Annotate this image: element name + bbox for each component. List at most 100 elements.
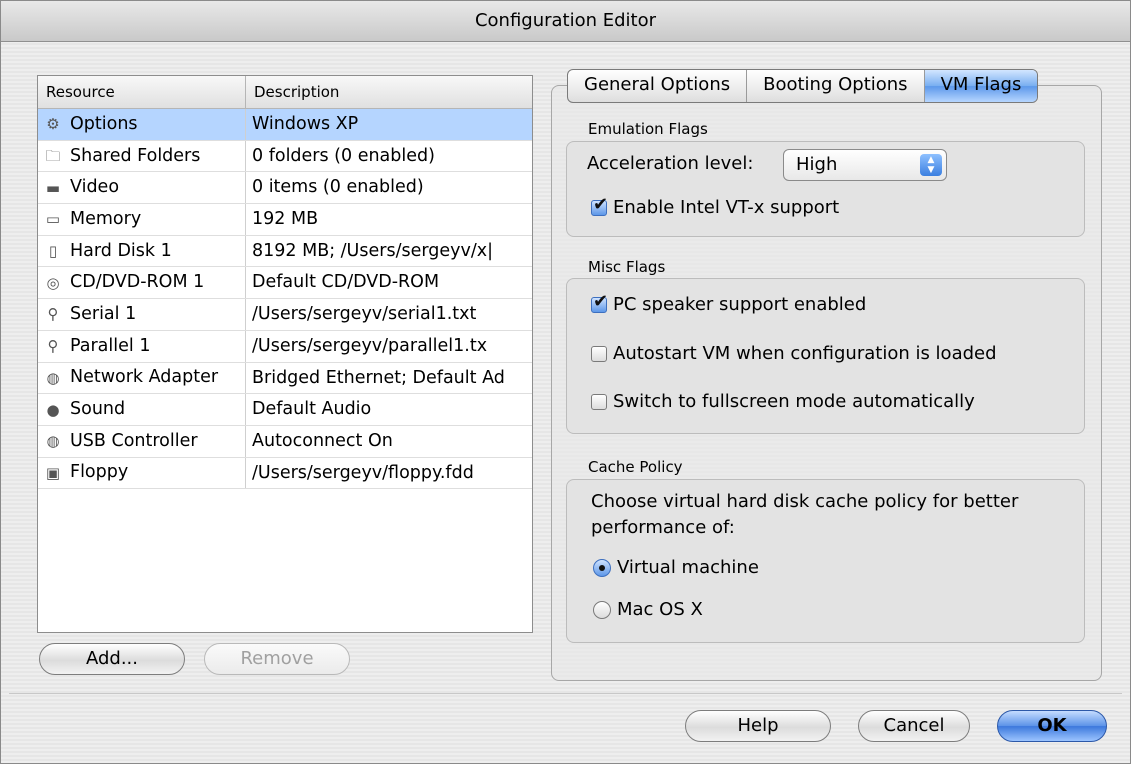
cache-policy-description-line1: Choose virtual hard disk cache policy fo… [591, 491, 1019, 512]
table-row[interactable]: ▯ Hard Disk 1 8192 MB; /Users/sergeyv/x| [38, 235, 532, 268]
resource-name: Shared Folders [70, 145, 201, 166]
resource-name: Hard Disk 1 [70, 240, 172, 261]
pc-speaker-checkbox-box[interactable] [591, 291, 608, 313]
table-row[interactable]: ◍ Network Adapter Bridged Ethernet; Defaul… [38, 362, 532, 395]
pc-speaker-checkbox[interactable]: PC speaker support enabled [591, 291, 867, 315]
speaker-icon: ● [46, 400, 60, 419]
fullscreen-label: Switch to fullscreen mode automatically [613, 391, 975, 412]
table-row[interactable]: ⚲ Parallel 1/Users/sergeyv/parallel1.tx [38, 330, 532, 363]
fullscreen-checkbox-box[interactable] [591, 393, 607, 410]
table-row[interactable]: ▭ Memory 192 MB [38, 204, 532, 236]
cancel-button[interactable]: Cancel [858, 710, 970, 742]
resource-rows: ⚙ Options Windows XP 🗀 Shared Folders 0 folde… [38, 109, 532, 490]
bottom-divider [9, 693, 1122, 694]
enable-vtx-checkbox[interactable]: Enable Intel VT-x support [591, 194, 840, 218]
resource-cell: ◎ CD/DVD-ROM 1 [38, 267, 246, 299]
resource-cell: ⚙ Options [38, 109, 246, 140]
emulation-flags-title: Emulation Flags [588, 120, 708, 138]
column-header-description[interactable]: Description [246, 76, 532, 108]
radio-mac-os-x-dot[interactable] [593, 600, 611, 619]
misc-flags-title: Misc Flags [588, 258, 666, 276]
parallel-port-icon: ⚲ [47, 337, 59, 356]
resource-cell: ▭ Memory [38, 204, 246, 235]
table-row[interactable]: 🗀 Shared Folders 0 folders (0 enabled) [38, 140, 532, 173]
table-row[interactable]: ▬ Video 0 items (0 enabled) [38, 172, 532, 205]
table-header: Resource Description [38, 76, 532, 109]
fullscreen-checkbox[interactable]: Switch to fullscreen mode automatically [591, 391, 975, 412]
floppy-icon: ▣ [45, 463, 61, 482]
resource-cell: ▣ Floppy [38, 457, 246, 489]
resource-cell: ▯ Hard Disk 1 [38, 235, 246, 267]
monitor-icon: ▬ [45, 178, 61, 197]
resource-name: Parallel 1 [70, 335, 151, 356]
resource-name: Floppy [70, 462, 129, 483]
add-button[interactable]: Add... [39, 643, 185, 675]
serial-port-icon: ⚲ [47, 305, 59, 324]
popup-arrows-icon: ▲ ▼ [920, 154, 942, 176]
acceleration-level-select[interactable]: High ▲ ▼ [783, 149, 947, 181]
help-button[interactable]: Help [685, 710, 831, 742]
cache-policy-description-line2: performance of: [591, 517, 735, 538]
autostart-vm-checkbox[interactable]: Autostart VM when configuration is loade… [591, 343, 997, 364]
description-cell: 192 MB [252, 209, 319, 230]
usb-icon: ◍ [46, 432, 60, 451]
description-cell: /Users/sergeyv/floppy.fdd [252, 462, 474, 483]
tab-booting-options[interactable]: Booting Options [747, 70, 925, 102]
radio-virtual-machine[interactable]: Virtual machine [593, 557, 759, 578]
description-cell: Bridged Ethernet; Default Ad [252, 367, 505, 388]
description-cell: 8192 MB; /Users/sergeyv/x| [252, 240, 493, 261]
resource-cell: ⚲ Serial 1 [38, 299, 246, 330]
resource-table[interactable]: Resource Description ⚙ Options Windows XP 🗀… [37, 75, 533, 633]
window-title: Configuration Editor [1, 1, 1130, 42]
acceleration-level-value: High [796, 154, 838, 175]
description-cell: Default Audio [252, 399, 372, 420]
network-globe-icon: ◍ [46, 368, 60, 387]
resource-name: Serial 1 [70, 303, 137, 324]
resource-name: Network Adapter [70, 367, 219, 388]
radio-mac-os-x-label: Mac OS X [617, 599, 703, 620]
enable-vtx-label: Enable Intel VT-x support [613, 197, 840, 218]
autostart-vm-checkbox-box[interactable] [591, 345, 607, 362]
configuration-editor-window: Configuration Editor Resource Descriptio… [0, 0, 1131, 764]
description-cell: 0 items (0 enabled) [252, 177, 424, 198]
description-cell: /Users/sergeyv/serial1.txt [252, 304, 477, 325]
table-row[interactable]: ▣ Floppy/Users/sergeyv/floppy.fdd [38, 457, 532, 490]
description-cell: 0 folders (0 enabled) [252, 145, 435, 166]
resource-cell: ◍ Network Adapter [38, 362, 246, 394]
tab-general-options[interactable]: General Options [568, 70, 748, 102]
description-cell: Windows XP [252, 114, 359, 134]
tab-bar: General Options Booting Options VM Flags [567, 69, 1039, 103]
tab-vm-flags[interactable]: VM Flags [924, 70, 1038, 102]
cd-icon: ◎ [46, 273, 60, 292]
table-row[interactable]: ● Sound Default Audio [38, 394, 532, 426]
table-row[interactable]: ⚲ Serial 1/Users/sergeyv/serial1.txt [38, 299, 532, 331]
resource-cell: ▬ Video [38, 172, 246, 204]
resource-cell: ● Sound [38, 394, 246, 425]
enable-vtx-checkbox-box[interactable] [591, 194, 608, 216]
table-row[interactable]: ◎ CD/DVD-ROM 1 Default CD/DVD-ROM [38, 267, 532, 300]
pc-speaker-label: PC speaker support enabled [613, 294, 867, 315]
radio-virtual-machine-label: Virtual machine [617, 557, 759, 578]
ok-button[interactable]: OK [997, 710, 1107, 742]
resource-name: Options [70, 113, 138, 134]
radio-virtual-machine-dot[interactable] [593, 558, 611, 577]
cache-policy-title: Cache Policy [588, 458, 683, 476]
resource-cell: ⚲ Parallel 1 [38, 330, 246, 362]
resource-cell: ◍ USB Controller [38, 425, 246, 457]
resource-name: USB Controller [70, 430, 198, 451]
description-cell: Default CD/DVD-ROM [252, 272, 440, 293]
autostart-vm-label: Autostart VM when configuration is loade… [613, 343, 997, 364]
resource-cell: 🗀 Shared Folders [38, 140, 246, 172]
acceleration-level-label: Acceleration level: [587, 153, 754, 174]
memory-icon: ▭ [45, 210, 61, 229]
description-cell: /Users/sergeyv/parallel1.tx [252, 335, 488, 356]
table-row[interactable]: ◍ USB Controller Autoconnect On [38, 425, 532, 458]
table-row[interactable]: ⚙ Options Windows XP [38, 109, 532, 141]
radio-mac-os-x[interactable]: Mac OS X [593, 599, 703, 620]
shared-folder-icon: 🗀 [45, 147, 61, 166]
column-header-resource[interactable]: Resource [38, 76, 246, 108]
hard-disk-icon: ▯ [48, 242, 58, 261]
remove-button[interactable]: Remove [204, 643, 350, 675]
resource-name: Video [70, 177, 120, 198]
description-cell: Autoconnect On [252, 430, 393, 451]
